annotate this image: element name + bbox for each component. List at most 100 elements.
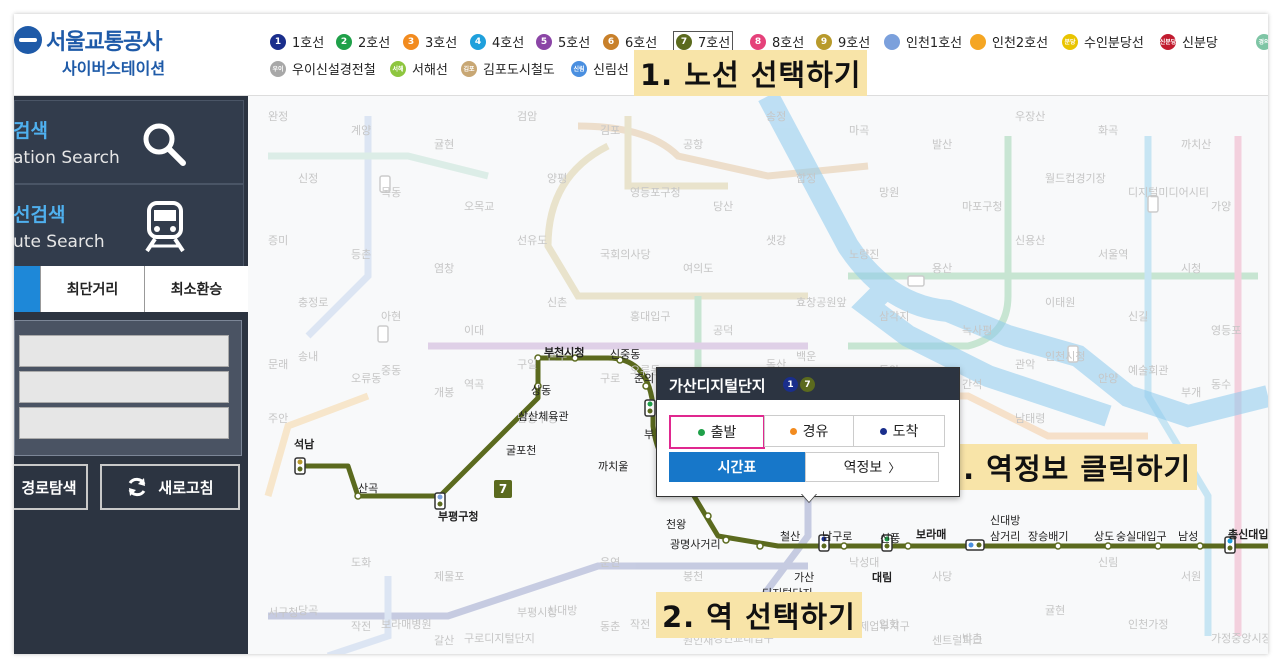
line-option-13[interactable]: 신분당 신분당 — [1160, 32, 1218, 51]
line-option-14[interactable]: 경의경 — [1256, 32, 1268, 51]
station-label[interactable]: 남구로 — [822, 528, 852, 544]
app-frame: 서울교통공사 사이버스테이션 1 1호선 2 2호선 3 3호선 4 4호선 5 5호선 6 6호선 7… — [14, 14, 1268, 654]
timetable-label: 시간표 — [717, 460, 757, 476]
line-label: 4호선 — [492, 36, 525, 51]
line-badge-icon: 서해 — [390, 60, 406, 77]
line-label: 6호선 — [625, 36, 658, 51]
faded-station-label: 샛강 — [766, 234, 787, 247]
line-badge-icon: 김포 — [461, 60, 477, 77]
station-label[interactable]: 부평구청 — [438, 508, 478, 524]
faded-station-label: 녹사평 — [962, 324, 993, 337]
line7-badge: 7 — [494, 480, 512, 498]
line-option-4[interactable]: 4 4호선 — [470, 32, 524, 51]
line-option-3[interactable]: 3 3호선 — [403, 32, 457, 51]
line-option-1[interactable]: 1 1호선 — [270, 32, 324, 51]
station-label[interactable]: 신중동 — [610, 346, 640, 362]
faded-station-label: 계양 — [351, 124, 372, 137]
via-dot-icon — [789, 427, 797, 435]
line-option-7[interactable]: 7 7호선 — [673, 31, 734, 52]
station-label[interactable]: 신풍 — [880, 530, 900, 546]
station-label[interactable]: 숭실대입구 — [1116, 528, 1167, 544]
station-label[interactable]: 춘의 — [634, 370, 654, 386]
station-label[interactable]: 신대방 — [990, 512, 1020, 528]
station-label[interactable]: 장승배기 — [1028, 528, 1068, 544]
station-label[interactable]: 삼거리 — [990, 528, 1020, 544]
line-badge-icon: 5 — [536, 33, 552, 50]
faded-station-label: 영등포 — [1211, 324, 1242, 337]
line-option-16[interactable]: 서해 서해선 — [390, 59, 448, 78]
tab-first[interactable] — [14, 266, 41, 312]
timetable-button[interactable]: 시간표 — [669, 452, 805, 482]
faded-station-label: 인천시청 — [1045, 350, 1086, 363]
refresh-button[interactable]: 새로고침 — [100, 464, 240, 510]
station-label[interactable]: 산곡 — [358, 480, 378, 496]
search-icon — [143, 123, 186, 166]
route-search-button[interactable]: 경로탐색 — [14, 464, 88, 510]
station-label[interactable]: 상도 — [1094, 528, 1114, 544]
faded-station-label: 충정로 — [298, 296, 329, 309]
station-label[interactable]: 남성 — [1178, 528, 1198, 544]
arrive-button[interactable]: 도착 — [853, 415, 945, 447]
station-label[interactable]: 까치울 — [598, 458, 628, 474]
station-search-card[interactable]: 검색 ation Search — [14, 100, 244, 184]
line-option-5[interactable]: 5 5호선 — [536, 32, 590, 51]
line-option-15[interactable]: 우이 우이신설경전철 — [270, 59, 376, 78]
departure-field[interactable] — [19, 335, 229, 367]
station-label[interactable]: 상동 — [531, 382, 551, 398]
line-label: 7호선 — [698, 36, 731, 51]
faded-station-label: 마포구청 — [962, 200, 1003, 213]
line-option-9[interactable]: 9 9호선 — [816, 32, 870, 51]
faded-station-label: 신길 — [1128, 310, 1149, 323]
line-option-10[interactable]: 인천1호선 — [884, 32, 962, 51]
faded-station-label: 구로 — [600, 372, 621, 385]
station-dot[interactable] — [722, 536, 730, 544]
station-label[interactable]: 가산 — [794, 569, 814, 585]
station-label[interactable]: 보라매 — [916, 526, 946, 542]
station-label[interactable]: 천왕 — [666, 516, 686, 532]
tab-min-transfer[interactable]: 최소환승 — [145, 266, 248, 312]
route-search-subtitle: ute Search — [14, 232, 105, 252]
station-dot[interactable] — [756, 542, 764, 550]
station-label[interactable]: 대림 — [872, 569, 892, 585]
station-label[interactable]: 부천시청 — [544, 344, 584, 360]
station-label[interactable]: 삼산체육관 — [518, 408, 569, 424]
station-label[interactable]: 굴포천 — [506, 442, 536, 458]
line-badge-icon: 경의 — [1256, 33, 1268, 50]
faded-station-label: 보라매병원 — [381, 618, 432, 631]
station-label[interactable]: 석남 — [294, 436, 314, 452]
line-option-2[interactable]: 2 2호선 — [336, 32, 390, 51]
train-icon — [145, 201, 185, 253]
faded-station-label: 낙성대 — [849, 556, 880, 569]
tab-shortest[interactable]: 최단거리 — [41, 266, 145, 312]
line-option-11[interactable]: 인천2호선 — [970, 32, 1048, 51]
station-label[interactable]: 광명사거리 — [670, 536, 721, 552]
station-label[interactable]: 철산 — [780, 528, 800, 544]
station-dot[interactable] — [704, 512, 712, 520]
arrival-field[interactable] — [19, 407, 229, 439]
logo-title: 서울교통공사 — [46, 30, 162, 55]
station-info-button[interactable]: 역정보 〉 — [805, 452, 939, 482]
faded-station-label: 예술회관 — [1128, 364, 1169, 377]
logo[interactable]: 서울교통공사 사이버스테이션 — [14, 22, 194, 82]
line-option-8[interactable]: 8 8호선 — [750, 32, 804, 51]
station-label[interactable]: 총신대입 — [1228, 526, 1268, 542]
faded-station-label: 갈산 — [434, 634, 455, 647]
faded-station-label: 망원 — [879, 186, 900, 199]
via-field[interactable] — [19, 371, 229, 403]
route-search-card[interactable]: 선검색 ute Search — [14, 184, 244, 268]
faded-station-label: 구로디지털단지 — [464, 632, 535, 645]
via-button[interactable]: 경유 — [764, 415, 854, 447]
station-label[interactable]: 부 — [644, 426, 654, 442]
line-option-17[interactable]: 김포 김포도시철도 — [461, 59, 555, 78]
station-dot[interactable] — [904, 542, 912, 550]
refresh-button-label: 새로고침 — [158, 478, 214, 497]
faded-station-label: 이대 — [464, 324, 485, 337]
line-option-6[interactable]: 6 6호선 — [603, 32, 657, 51]
line-option-18[interactable]: 신림 신림선 — [571, 59, 629, 78]
line-option-12[interactable]: 분당 수인분당선 — [1062, 32, 1144, 51]
callout-select-line: 1. 노선 선택하기 — [634, 50, 868, 96]
faded-station-label: 등촌 — [351, 248, 372, 261]
line-badge-icon — [970, 33, 986, 50]
depart-button[interactable]: 출발 — [669, 415, 765, 449]
line-label: 8호선 — [772, 36, 805, 51]
